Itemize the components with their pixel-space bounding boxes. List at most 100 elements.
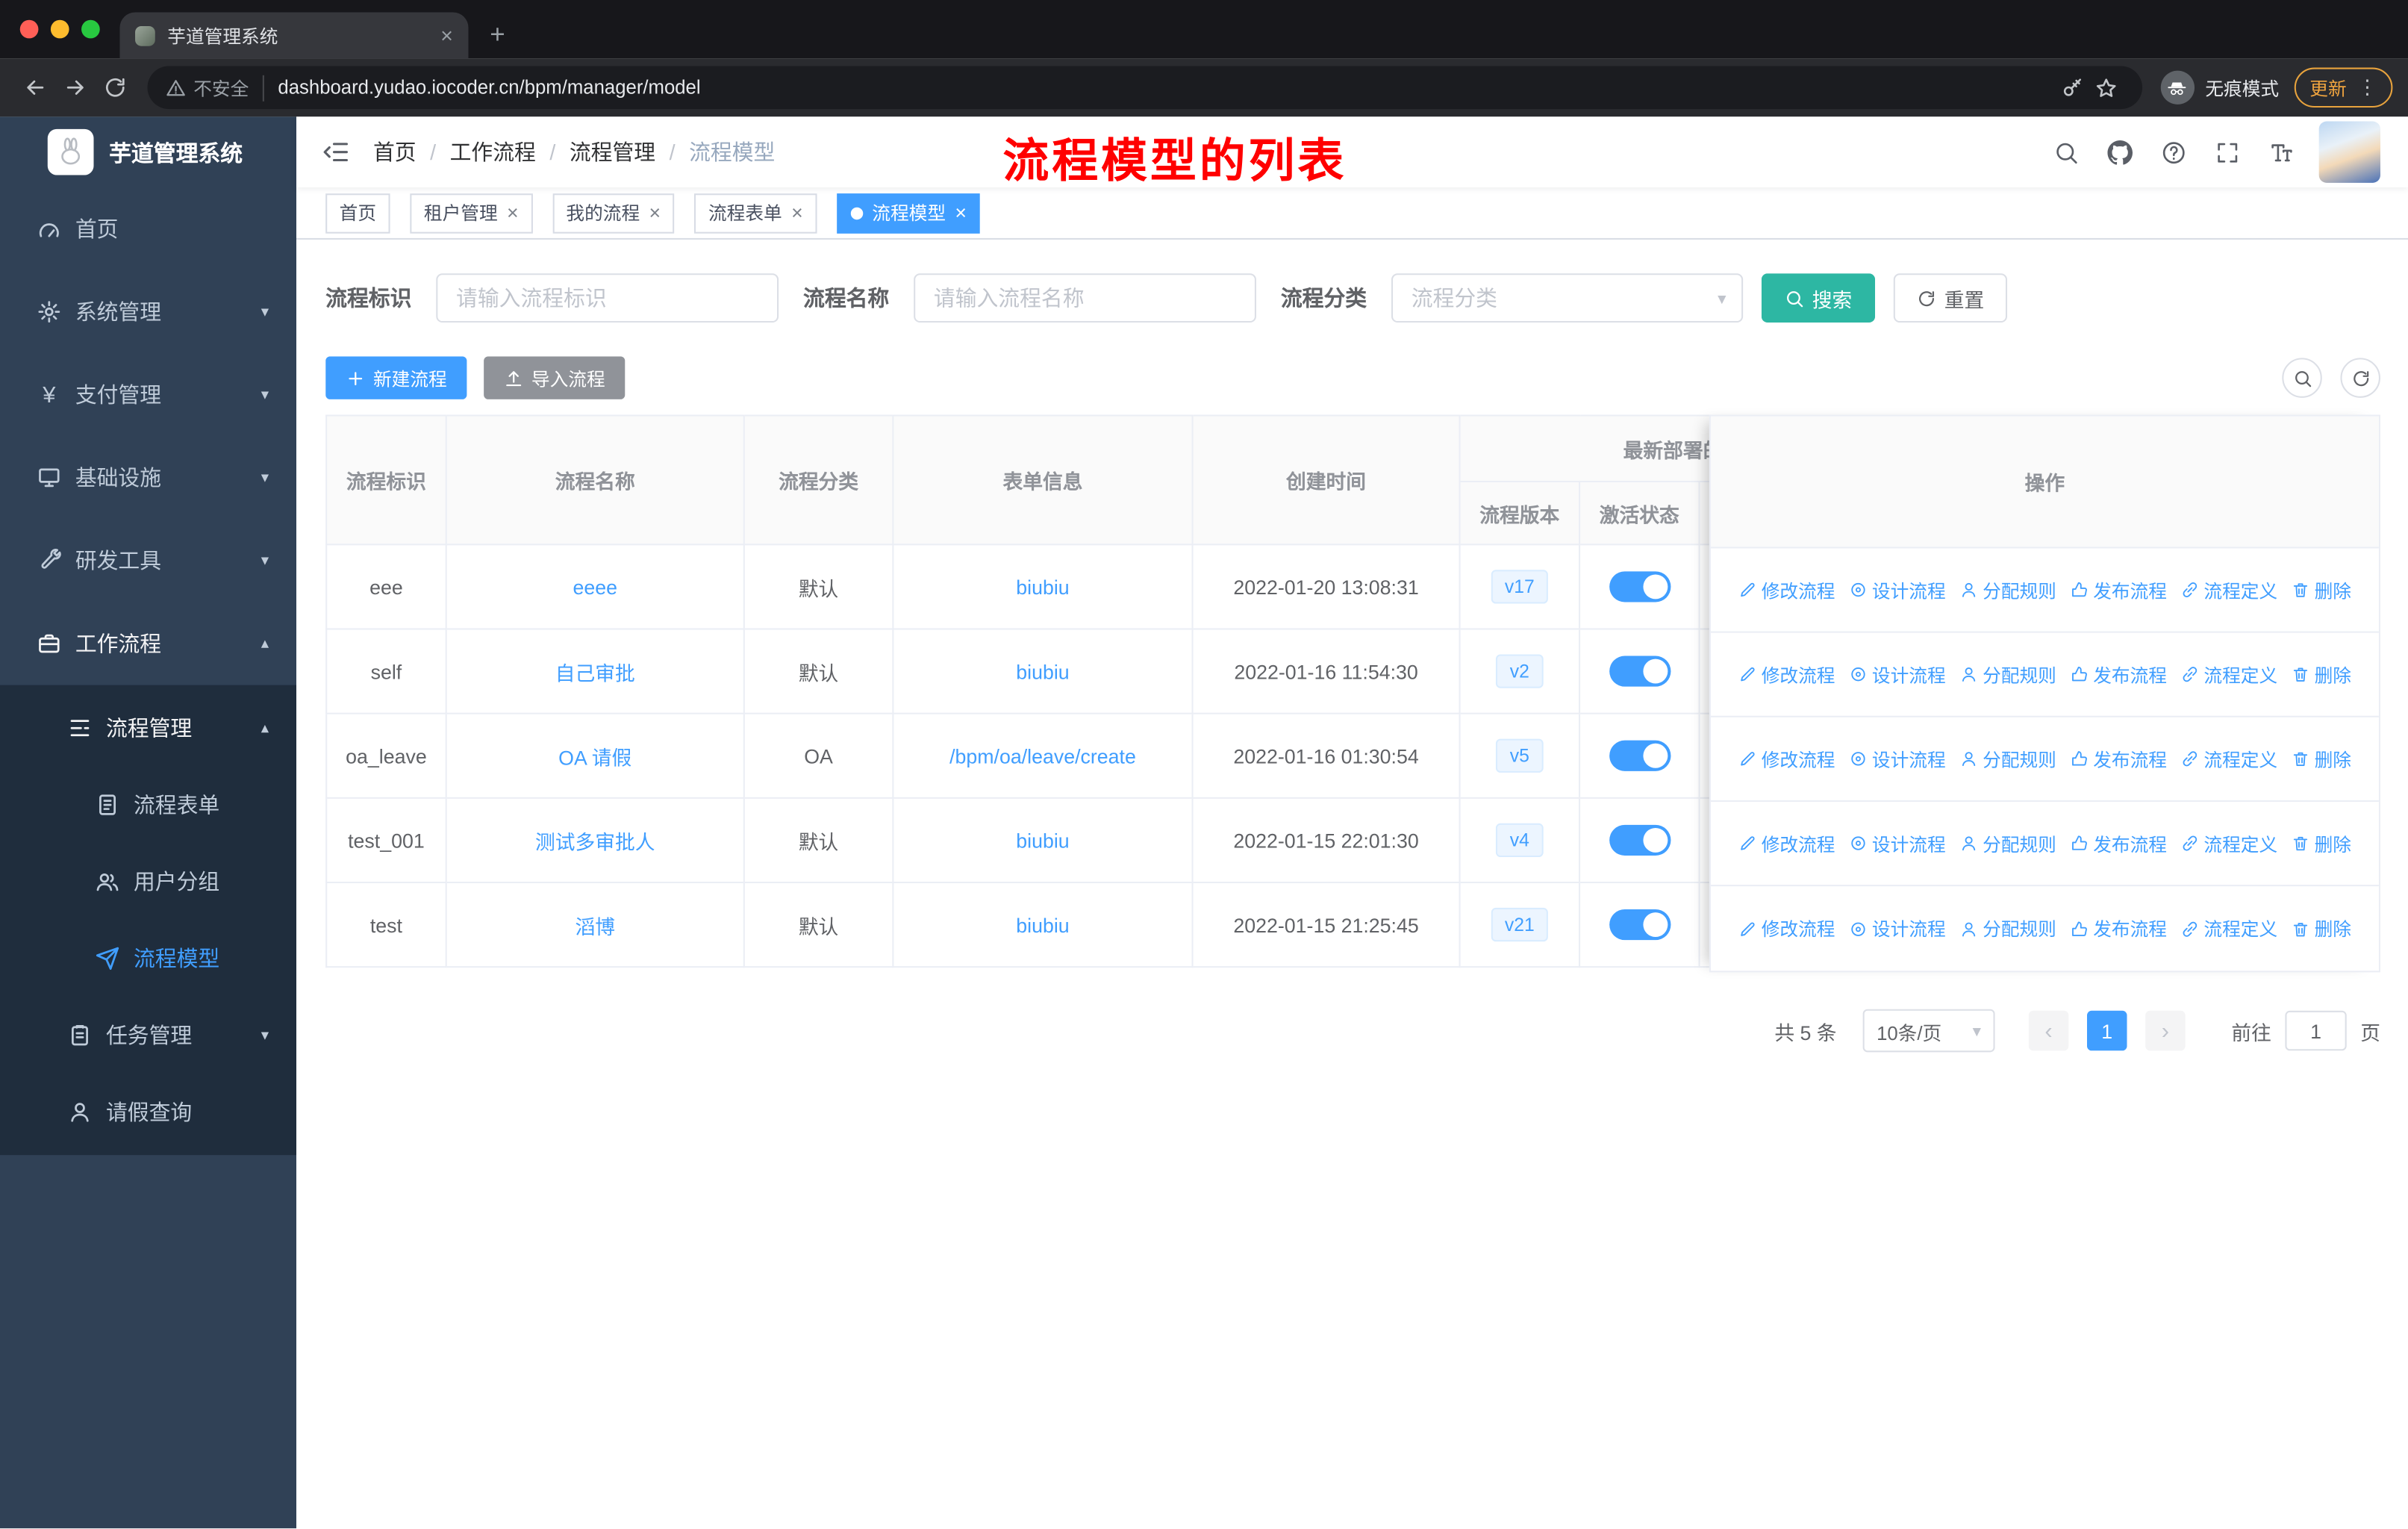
active-toggle[interactable] bbox=[1609, 655, 1671, 687]
process-name-link[interactable]: 自己审批 bbox=[555, 661, 635, 685]
assign-rule-link[interactable]: 分配规则 bbox=[1959, 746, 2056, 772]
window-zoom-button[interactable] bbox=[81, 19, 100, 39]
delete-process-link[interactable]: 删除 bbox=[2292, 746, 2351, 772]
publish-process-link[interactable]: 发布流程 bbox=[2070, 577, 2167, 603]
window-minimize-button[interactable] bbox=[50, 19, 69, 39]
process-definition-link[interactable]: 流程定义 bbox=[2181, 830, 2277, 856]
form-info-link[interactable]: biubiu bbox=[1016, 913, 1069, 936]
fullscreen-icon[interactable] bbox=[2212, 137, 2242, 167]
sidebar-item-system[interactable]: 系统管理 ▾ bbox=[0, 270, 296, 353]
assign-rule-link[interactable]: 分配规则 bbox=[1959, 577, 2056, 603]
page-size-select[interactable]: 10条/页 ▾ bbox=[1862, 1009, 1995, 1053]
sidebar-item-infra[interactable]: 基础设施 ▾ bbox=[0, 436, 296, 519]
new-tab-button[interactable]: + bbox=[490, 22, 505, 48]
sidebar-item-user-group[interactable]: 用户分组 bbox=[0, 844, 296, 921]
security-chip[interactable]: 不安全 bbox=[166, 74, 264, 101]
update-button[interactable]: 更新 ⋮ bbox=[2294, 67, 2393, 108]
browser-tab[interactable]: 芋道管理系统 × bbox=[119, 12, 469, 59]
form-info-link[interactable]: biubiu bbox=[1016, 829, 1069, 852]
tag-home[interactable]: 首页 bbox=[325, 193, 390, 233]
design-process-link[interactable]: 设计流程 bbox=[1849, 830, 1946, 856]
reload-button[interactable] bbox=[96, 68, 135, 108]
toggle-search-button[interactable] bbox=[2282, 358, 2322, 398]
forward-button[interactable] bbox=[55, 68, 95, 108]
next-page-button[interactable]: › bbox=[2145, 1010, 2186, 1051]
app-logo-row[interactable]: 芋道管理系统 bbox=[0, 116, 296, 187]
publish-process-link[interactable]: 发布流程 bbox=[2070, 661, 2167, 688]
tag-my-process[interactable]: 我的流程 × bbox=[552, 193, 675, 233]
sidebar-item-task-mgmt[interactable]: 任务管理 ▾ bbox=[0, 997, 296, 1074]
edit-process-link[interactable]: 修改流程 bbox=[1738, 830, 1835, 856]
window-close-button[interactable] bbox=[19, 19, 39, 39]
sidebar-item-payment[interactable]: ¥ 支付管理 ▾ bbox=[0, 353, 296, 436]
design-process-link[interactable]: 设计流程 bbox=[1849, 746, 1946, 772]
design-process-link[interactable]: 设计流程 bbox=[1849, 577, 1946, 603]
import-process-button[interactable]: 导入流程 bbox=[484, 356, 626, 399]
address-bar[interactable]: 不安全 dashboard.yudao.iocoder.cn/bpm/manag… bbox=[147, 66, 2143, 110]
process-definition-link[interactable]: 流程定义 bbox=[2181, 577, 2277, 603]
sidebar-item-home[interactable]: 首页 bbox=[0, 187, 296, 270]
tag-process-form[interactable]: 流程表单 × bbox=[694, 193, 817, 233]
delete-process-link[interactable]: 删除 bbox=[2292, 830, 2351, 856]
active-toggle[interactable] bbox=[1609, 571, 1671, 602]
create-process-button[interactable]: 新建流程 bbox=[325, 356, 467, 399]
sidebar-item-workflow[interactable]: 工作流程 ▴ bbox=[0, 602, 296, 685]
close-icon[interactable]: × bbox=[507, 203, 519, 223]
assign-rule-link[interactable]: 分配规则 bbox=[1959, 915, 2056, 941]
active-toggle[interactable] bbox=[1609, 909, 1671, 941]
filter-id-input[interactable] bbox=[436, 273, 779, 323]
delete-process-link[interactable]: 删除 bbox=[2292, 915, 2351, 941]
publish-process-link[interactable]: 发布流程 bbox=[2070, 915, 2167, 941]
design-process-link[interactable]: 设计流程 bbox=[1849, 915, 1946, 941]
edit-process-link[interactable]: 修改流程 bbox=[1738, 661, 1835, 688]
edit-process-link[interactable]: 修改流程 bbox=[1738, 577, 1835, 603]
design-process-link[interactable]: 设计流程 bbox=[1849, 661, 1946, 688]
prev-page-button[interactable]: ‹ bbox=[2028, 1010, 2069, 1051]
bookmark-star-icon[interactable] bbox=[2090, 71, 2124, 105]
breadcrumb-process-mgmt[interactable]: 流程管理 bbox=[570, 137, 655, 167]
tag-process-model[interactable]: 流程模型 × bbox=[836, 193, 981, 233]
form-info-link[interactable]: biubiu bbox=[1016, 575, 1069, 598]
browser-menu-icon[interactable]: ⋮ bbox=[2357, 75, 2377, 100]
publish-process-link[interactable]: 发布流程 bbox=[2070, 830, 2167, 856]
assign-rule-link[interactable]: 分配规则 bbox=[1959, 661, 2056, 688]
process-name-link[interactable]: 滔博 bbox=[575, 915, 615, 938]
filter-name-input[interactable] bbox=[914, 273, 1256, 323]
sidebar-item-devtools[interactable]: 研发工具 ▾ bbox=[0, 519, 296, 602]
help-icon[interactable] bbox=[2158, 137, 2189, 167]
process-definition-link[interactable]: 流程定义 bbox=[2181, 915, 2277, 941]
delete-process-link[interactable]: 删除 bbox=[2292, 661, 2351, 688]
reset-button[interactable]: 重置 bbox=[1893, 273, 2008, 323]
search-icon[interactable] bbox=[2050, 137, 2081, 167]
sidebar-item-process-form[interactable]: 流程表单 bbox=[0, 767, 296, 844]
page-1-button[interactable]: 1 bbox=[2086, 1010, 2127, 1051]
filter-category-select[interactable]: 流程分类 ▾ bbox=[1391, 273, 1744, 323]
search-button[interactable]: 搜索 bbox=[1761, 273, 1876, 323]
back-button[interactable] bbox=[16, 68, 55, 108]
active-toggle[interactable] bbox=[1609, 740, 1671, 771]
form-info-link[interactable]: biubiu bbox=[1016, 660, 1069, 683]
edit-process-link[interactable]: 修改流程 bbox=[1738, 746, 1835, 772]
process-definition-link[interactable]: 流程定义 bbox=[2181, 746, 2277, 772]
sidebar-item-process-model[interactable]: 流程模型 bbox=[0, 920, 296, 997]
passwords-key-icon[interactable] bbox=[2056, 71, 2090, 105]
breadcrumb-workflow[interactable]: 工作流程 bbox=[450, 137, 536, 167]
user-avatar[interactable] bbox=[2318, 121, 2380, 183]
sidebar-collapse-icon[interactable] bbox=[322, 138, 350, 166]
edit-process-link[interactable]: 修改流程 bbox=[1738, 915, 1835, 941]
tag-tenant-mgmt[interactable]: 租户管理 × bbox=[410, 193, 533, 233]
assign-rule-link[interactable]: 分配规则 bbox=[1959, 830, 2056, 856]
close-icon[interactable]: × bbox=[955, 203, 967, 223]
font-size-icon[interactable] bbox=[2265, 137, 2296, 167]
process-name-link[interactable]: eeee bbox=[573, 575, 617, 598]
goto-page-input[interactable] bbox=[2285, 1010, 2347, 1051]
close-icon[interactable]: × bbox=[791, 203, 803, 223]
sidebar-item-process-mgmt[interactable]: 流程管理 ▴ bbox=[0, 690, 296, 767]
sidebar-item-leave-query[interactable]: 请假查询 bbox=[0, 1074, 296, 1150]
form-info-link[interactable]: /bpm/oa/leave/create bbox=[949, 744, 1136, 767]
breadcrumb-home[interactable]: 首页 bbox=[373, 137, 417, 167]
publish-process-link[interactable]: 发布流程 bbox=[2070, 746, 2167, 772]
process-name-link[interactable]: 测试多审批人 bbox=[535, 830, 655, 853]
github-icon[interactable] bbox=[2104, 137, 2135, 167]
tab-close-icon[interactable]: × bbox=[440, 25, 453, 46]
